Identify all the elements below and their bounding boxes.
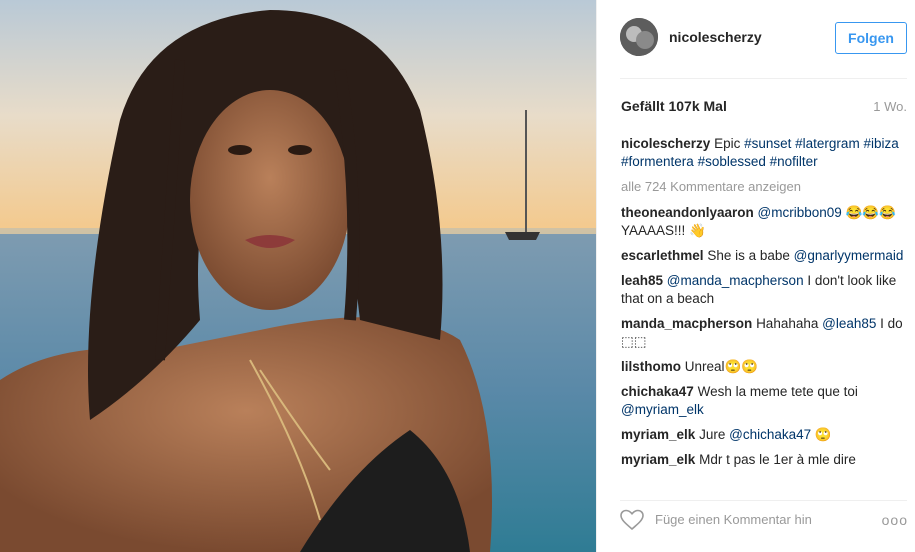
comment-item: leah85 @manda_macpherson I don't look li… [621,272,911,308]
post-username[interactable]: nicolescherzy [669,29,762,45]
hashtag[interactable]: #sunset [744,136,791,151]
comment-mention[interactable]: @gnarlyymermaid [794,248,904,263]
comment-username[interactable]: escarlethmel [621,248,704,263]
hashtag[interactable]: #formentera [621,154,694,169]
comment-item: theoneandonlyaaron @mcribbon09 😂😂😂 YAAAA… [621,204,911,240]
comments-list: nicolescherzy Epic #sunset #latergram #i… [621,135,911,487]
post-time[interactable]: 1 Wo. [873,99,907,114]
caption: nicolescherzy Epic #sunset #latergram #i… [621,135,911,171]
comment-item: manda_macpherson Hahahaha @leah85 I do ⬚… [621,315,911,351]
comment-username[interactable]: manda_macpherson [621,316,752,331]
follow-button[interactable]: Folgen [835,22,907,54]
more-options-icon[interactable]: ooo [882,512,908,528]
hashtag[interactable]: #latergram [795,136,860,151]
caption-username[interactable]: nicolescherzy [621,136,710,151]
post-side-panel: nicolescherzy Folgen Gefällt 107k Mal 1 … [596,0,915,552]
comment-username[interactable]: chichaka47 [621,384,694,399]
comment-item: chichaka47 Wesh la meme tete que toi @my… [621,383,911,419]
heart-outline-icon[interactable] [620,509,644,531]
likes-count[interactable]: Gefällt 107k Mal [621,98,727,114]
comment-footer: Füge einen Kommentar hin ooo [597,500,915,552]
comment-username[interactable]: myriam_elk [621,452,695,467]
comment-item: lilsthomo Unreal🙄🙄 [621,358,911,376]
post-photo[interactable] [0,0,596,552]
comment-text: She is a babe [707,248,790,263]
comment-item: myriam_elk Mdr t pas le 1er à mle dire [621,451,911,469]
comment-mention[interactable]: @mcribbon09 [758,205,842,220]
comment-username[interactable]: theoneandonlyaaron [621,205,754,220]
view-all-comments-link[interactable]: alle 724 Kommentare anzeigen [621,178,911,196]
comment-mention[interactable]: @myriam_elk [621,402,704,417]
post-header: nicolescherzy Folgen [597,0,915,78]
comment-mention[interactable]: @chichaka47 [729,427,811,442]
hashtag[interactable]: #soblessed [698,154,766,169]
comment-item: myriam_elk Jure @chichaka47 🙄 [621,426,911,444]
comment-text: Hahahaha [756,316,819,331]
comment-mention[interactable]: @leah85 [822,316,876,331]
comment-text: Unreal🙄🙄 [684,359,759,374]
header-divider [620,78,907,79]
add-comment-input[interactable]: Füge einen Kommentar hin [655,512,812,527]
comment-username[interactable]: lilsthomo [621,359,681,374]
hashtag[interactable]: #ibiza [863,136,898,151]
comment-text: Wesh la meme tete que toi [697,384,858,399]
avatar[interactable] [620,18,658,56]
comment-username[interactable]: myriam_elk [621,427,695,442]
comment-text: Jure [699,427,726,442]
avatar-image [620,18,658,56]
comment-item: escarlethmel She is a babe @gnarlyymerma… [621,247,911,265]
comment-username[interactable]: leah85 [621,273,663,288]
caption-text: Epic [714,136,741,151]
comment-text: 🙄 [814,427,832,442]
post-image [0,0,596,552]
comment-mention[interactable]: @manda_macpherson [667,273,804,288]
hashtag[interactable]: #nofilter [770,154,818,169]
comment-text: Mdr t pas le 1er à mle dire [699,452,856,467]
